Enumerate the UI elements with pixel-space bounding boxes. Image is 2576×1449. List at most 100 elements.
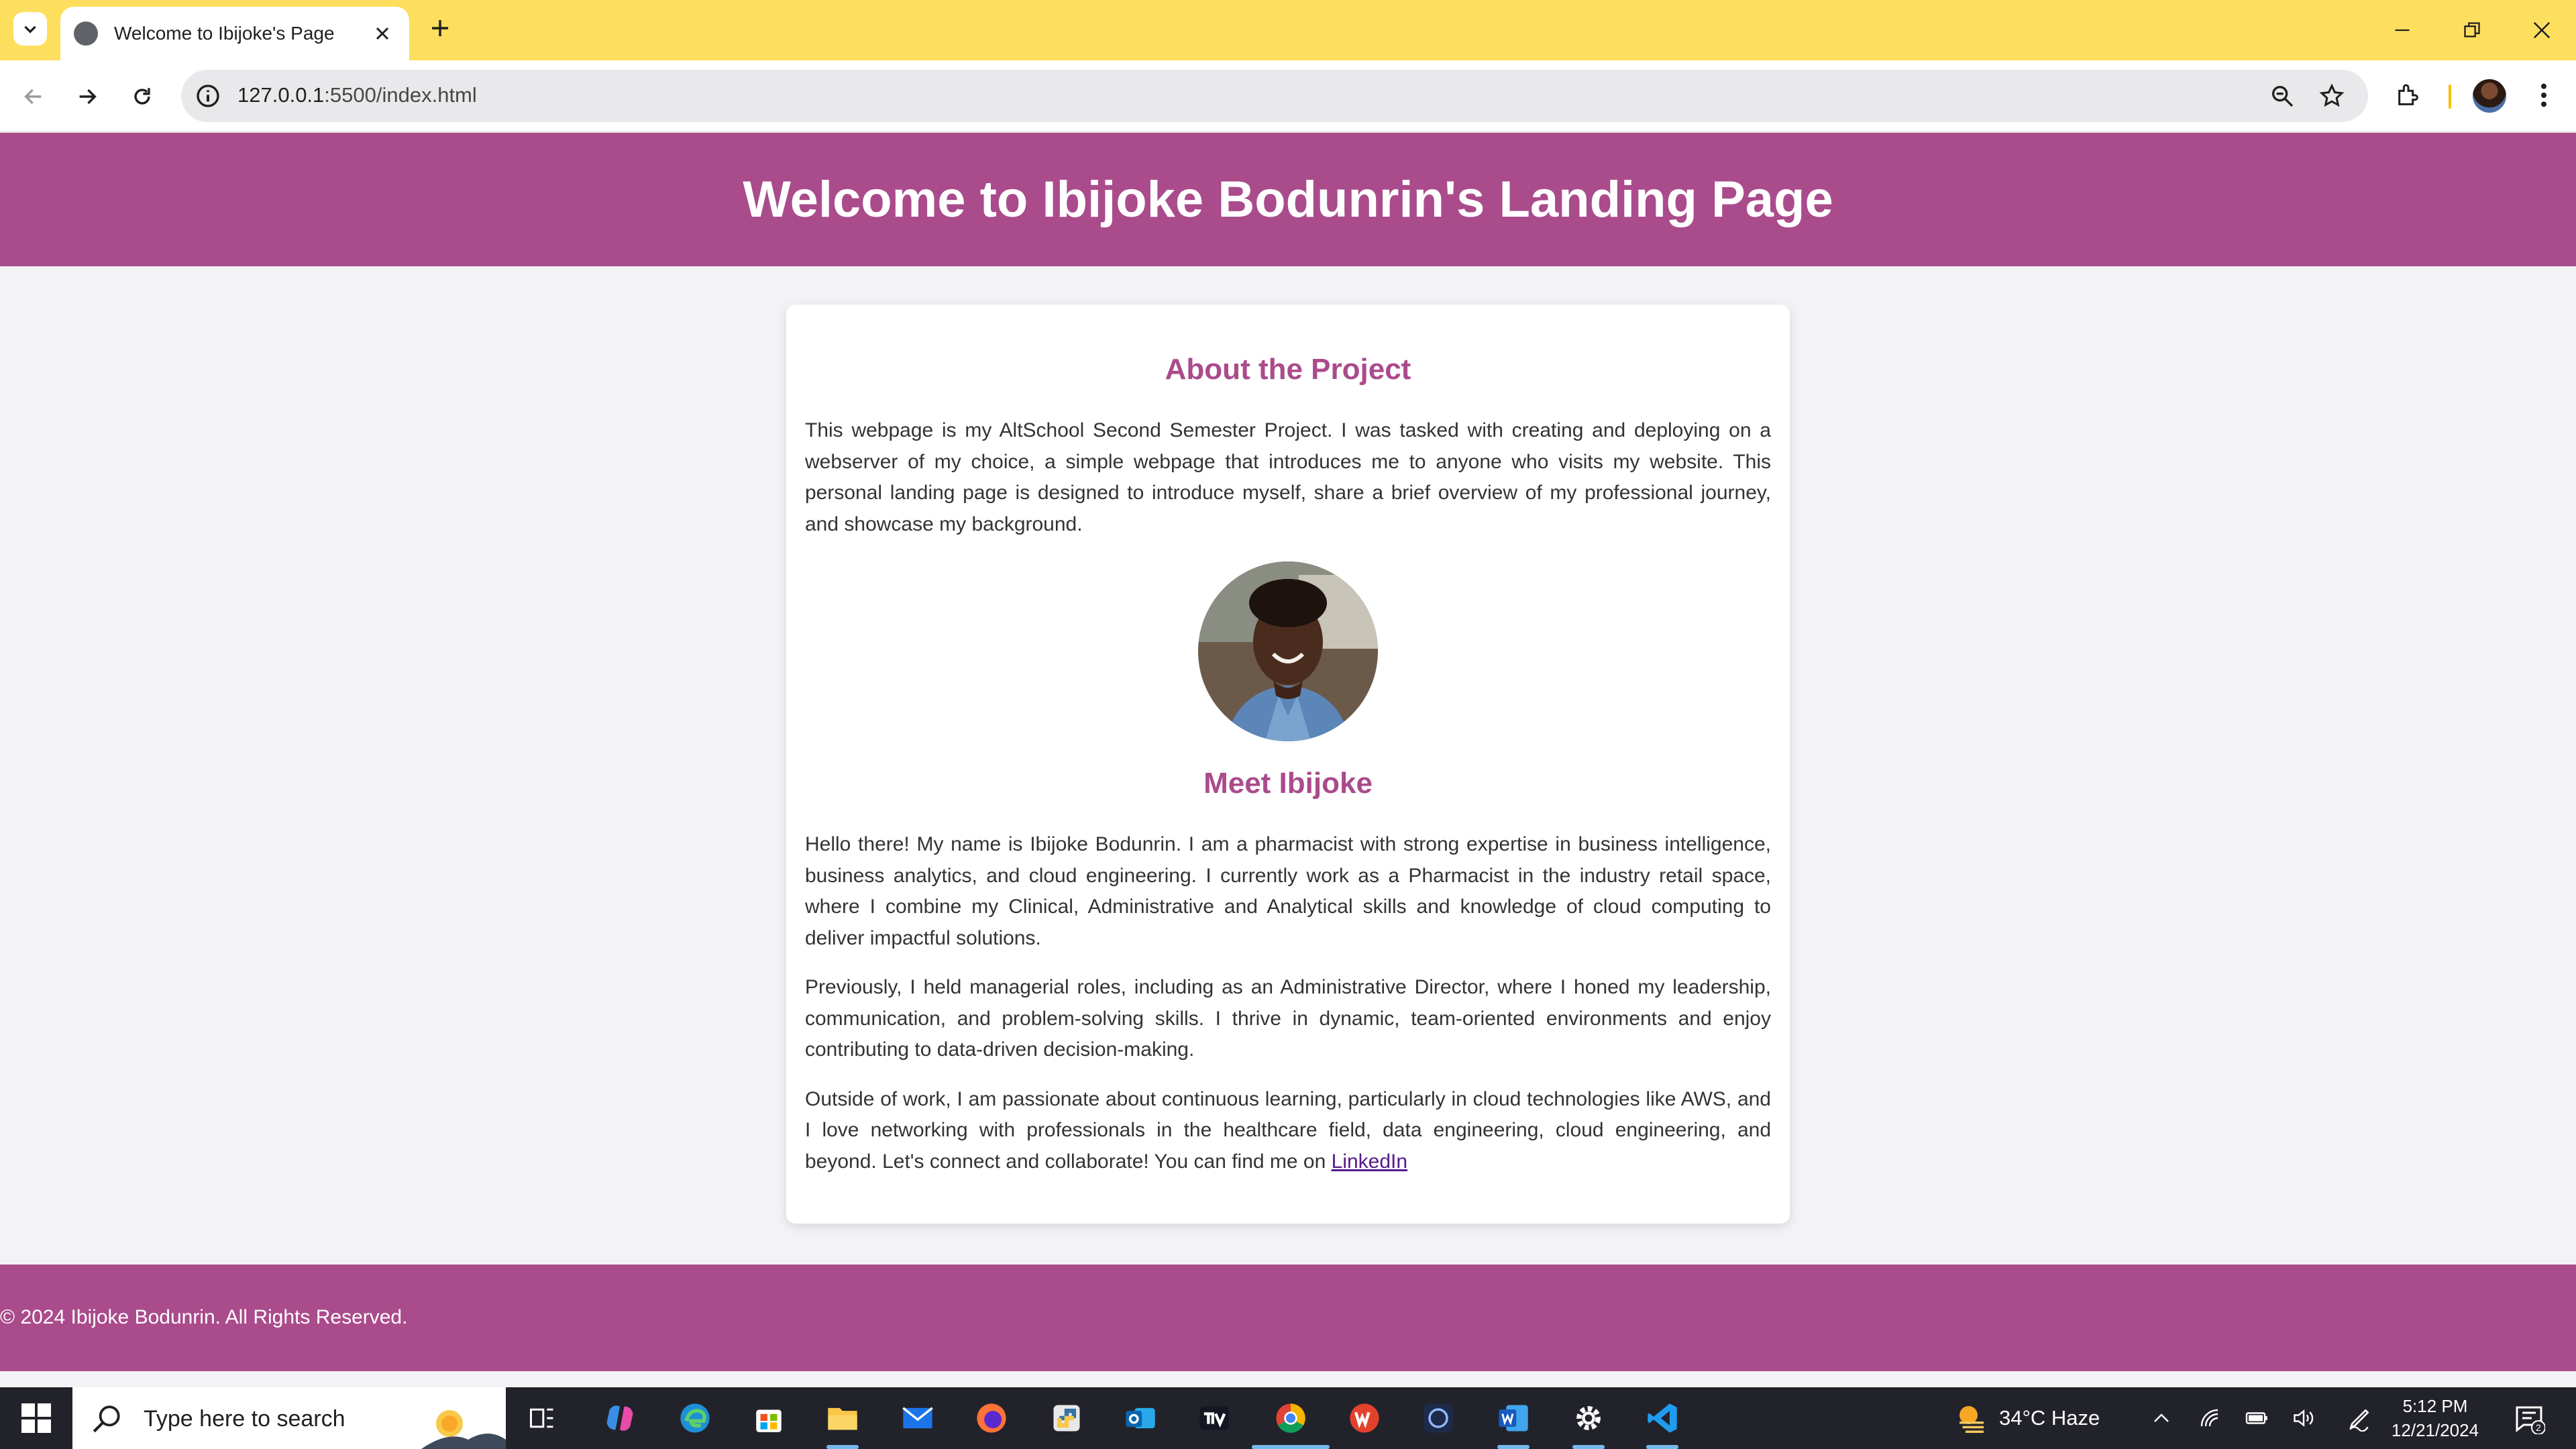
chat-app-icon	[1424, 1403, 1453, 1433]
profile-photo	[1198, 561, 1378, 741]
wifi-icon	[2200, 1409, 2218, 1427]
address-bar[interactable]: 127.0.0.1:5500/index.html	[181, 70, 2368, 122]
tab-title: Welcome to Ibijoke's Page	[114, 23, 335, 44]
pen-icon	[2349, 1409, 2369, 1432]
taskbar-python[interactable]	[1045, 1397, 1088, 1440]
taskbar-word[interactable]	[1492, 1397, 1535, 1440]
word-active-indicator	[1497, 1445, 1529, 1449]
taskbar-file-explorer[interactable]	[821, 1397, 864, 1440]
battery-icon	[2245, 1412, 2267, 1424]
taskbar-clock[interactable]: 5:12 PM 12/21/2024	[2388, 1394, 2482, 1442]
puzzle-icon	[2398, 84, 2418, 105]
chrome-icon	[1276, 1403, 1305, 1433]
tab-close-button[interactable]	[370, 21, 394, 46]
bio-paragraph-1: Hello there! My name is Ibijoke Bodunrin…	[805, 833, 1771, 949]
folder-icon	[828, 1407, 857, 1430]
bio-paragraph-2: Previously, I held managerial roles, inc…	[805, 976, 1771, 1061]
taskbar-app-chatbot[interactable]	[1417, 1397, 1460, 1440]
copilot-icon	[606, 1405, 633, 1431]
extensions-button[interactable]	[2390, 76, 2427, 114]
taskbar-store[interactable]	[747, 1397, 790, 1440]
windows-start-icon[interactable]	[20, 1402, 52, 1434]
taskbar-tradingview[interactable]	[1193, 1397, 1236, 1440]
taskbar-firefox[interactable]	[970, 1397, 1013, 1440]
taskbar-settings[interactable]	[1567, 1397, 1610, 1440]
tab-search-button[interactable]	[13, 12, 47, 46]
vscode-active-indicator	[1646, 1445, 1678, 1449]
outlook-icon	[1126, 1407, 1155, 1429]
browser-tab[interactable]: Welcome to Ibijoke's Page	[60, 7, 409, 60]
minimize-icon	[2395, 29, 2410, 32]
linkedin-link[interactable]: LinkedIn	[1332, 1150, 1407, 1173]
star-icon[interactable]	[2318, 83, 2345, 109]
taskbar-vscode[interactable]	[1641, 1397, 1684, 1440]
chevron-up-icon	[2154, 1413, 2169, 1422]
zoom-icon[interactable]	[2269, 83, 2296, 109]
battery-button[interactable]	[2235, 1397, 2278, 1440]
speaker-icon	[2294, 1409, 2314, 1427]
bio-paragraph-3: Outside of work, I am passionate about c…	[805, 1084, 1771, 1178]
taskbar-mail[interactable]	[896, 1397, 939, 1440]
taskbar-search-box[interactable]: Type here to search	[72, 1387, 506, 1449]
weather-text: 34°C Haze	[1999, 1406, 2100, 1430]
task-view-icon	[530, 1408, 553, 1428]
content-card: About the Project This webpage is my Alt…	[786, 305, 1790, 1224]
browser-toolbar: 127.0.0.1:5500/index.html	[0, 60, 2576, 133]
profile-avatar[interactable]	[2473, 79, 2506, 113]
active-indicator	[826, 1445, 859, 1449]
copyright-text: © 2024 Ibijoke Bodunrin. All Rights Rese…	[0, 1306, 408, 1328]
vscode-icon	[1648, 1403, 1677, 1433]
network-button[interactable]	[2188, 1397, 2231, 1440]
notification-center-button[interactable]: 2	[2513, 1402, 2545, 1434]
search-icon	[93, 1405, 120, 1433]
taskbar-copilot[interactable]	[598, 1397, 641, 1440]
firefox-icon	[977, 1403, 1006, 1433]
minimize-button[interactable]	[2385, 13, 2419, 47]
browser-menu-button[interactable]	[2525, 76, 2563, 114]
notification-icon: 2	[2516, 1406, 2545, 1434]
taskbar-outlook[interactable]	[1119, 1397, 1162, 1440]
python-icon	[1053, 1405, 1080, 1432]
search-highlight-image	[421, 1410, 506, 1449]
gear-icon	[1576, 1406, 1601, 1430]
close-icon	[2533, 21, 2551, 39]
pen-workspace-button[interactable]	[2339, 1397, 2381, 1440]
page-footer: © 2024 Ibijoke Bodunrin. All Rights Rese…	[0, 1265, 2576, 1371]
back-button[interactable]	[15, 78, 52, 115]
meet-heading: Meet Ibijoke	[1203, 767, 1373, 800]
chrome-active-indicator	[1252, 1445, 1330, 1449]
page-title: Welcome to Ibijoke Bodunrin's Landing Pa…	[743, 171, 1833, 228]
forward-button[interactable]	[68, 78, 106, 115]
arrow-right-icon	[79, 89, 97, 105]
search-placeholder: Type here to search	[144, 1406, 345, 1432]
sun-haze-icon	[1960, 1406, 1984, 1434]
reload-button[interactable]	[123, 78, 161, 115]
close-icon	[376, 27, 389, 40]
weather-widget[interactable]: 34°C Haze	[1953, 1387, 2100, 1449]
show-hidden-icons-button[interactable]	[2140, 1397, 2183, 1440]
mail-icon	[902, 1407, 933, 1429]
settings-active-indicator	[1572, 1445, 1605, 1449]
restore-icon	[2464, 22, 2480, 38]
taskbar-edge[interactable]	[674, 1397, 716, 1440]
edge-icon	[680, 1403, 710, 1433]
new-tab-button[interactable]	[427, 15, 453, 42]
store-icon	[756, 1409, 782, 1432]
task-view-button[interactable]	[521, 1397, 564, 1440]
taskbar-chrome[interactable]	[1269, 1397, 1312, 1440]
tradingview-icon	[1199, 1406, 1229, 1430]
url-text[interactable]: 127.0.0.1:5500/index.html	[237, 83, 477, 107]
close-window-button[interactable]	[2525, 13, 2559, 47]
taskbar-wps[interactable]	[1343, 1397, 1386, 1440]
restore-button[interactable]	[2455, 13, 2489, 47]
globe-icon	[74, 21, 98, 46]
clock-time: 5:12 PM	[2402, 1396, 2468, 1416]
volume-button[interactable]	[2282, 1397, 2325, 1440]
chevron-down-icon	[24, 25, 36, 34]
site-info-icon[interactable]	[195, 83, 221, 109]
reload-icon	[134, 88, 150, 105]
windows-taskbar: Type here to search 34°C Haze 5:12 PM 12…	[0, 1387, 2576, 1449]
plus-icon	[432, 20, 448, 36]
browser-titlebar: Welcome to Ibijoke's Page	[0, 0, 2576, 60]
arrow-left-icon	[24, 89, 42, 105]
